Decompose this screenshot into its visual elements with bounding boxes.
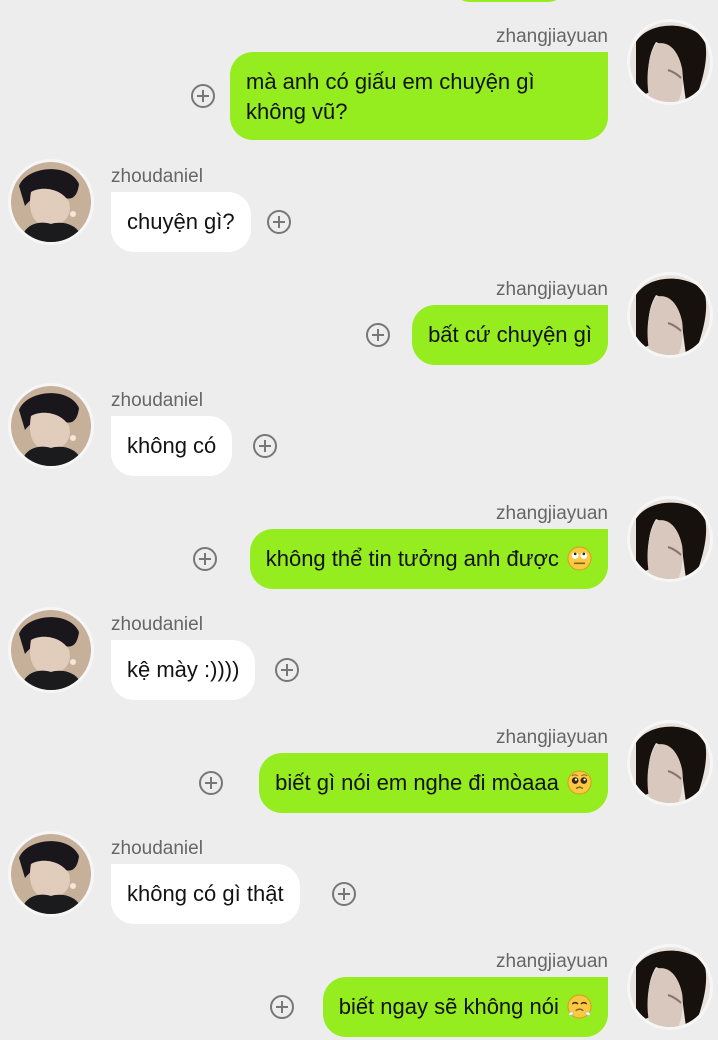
chat-message-incoming: zhoudaniel kệ mày :)))) (0, 610, 718, 700)
chat-bubble-incoming[interactable]: không có (111, 416, 233, 476)
username-label: zhangjiayuan (496, 727, 608, 748)
message-text: không có gì thật (127, 881, 284, 906)
chat-bubble-outgoing[interactable]: không thể tin tưởng anh được (249, 529, 608, 589)
avatar-zhoudaniel[interactable] (11, 386, 91, 466)
avatar-zhoudaniel[interactable] (11, 610, 91, 690)
plus-circle-icon[interactable] (191, 84, 215, 108)
chat-message-outgoing: zhangjiayuan không thể tin tưởng anh đượ… (0, 499, 718, 589)
plus-circle-icon[interactable] (275, 658, 299, 682)
username-label: zhangjiayuan (496, 951, 608, 972)
username-label: zhangjiayuan (496, 26, 608, 47)
username-label: zhangjiayuan (496, 503, 608, 524)
chat-message-incoming: zhoudaniel không có (0, 386, 718, 476)
plus-circle-icon[interactable] (366, 323, 390, 347)
message-text: không thể tin tưởng anh được (265, 546, 559, 571)
chat-bubble-incoming[interactable]: chuyện gì? (111, 192, 251, 252)
message-text: biết ngay sẽ không nói (338, 994, 559, 1019)
avatar-zhangjiayuan[interactable] (630, 22, 710, 102)
chat-bubble-outgoing[interactable]: biết gì nói em nghe đi mòaaa (259, 753, 608, 813)
plus-circle-icon[interactable] (267, 210, 291, 234)
chat-bubble-outgoing[interactable]: biết ngay sẽ không nói (322, 977, 608, 1037)
chat-message-outgoing: zhangjiayuan biết gì nói em nghe đi mòaa… (0, 723, 718, 813)
chat-message-outgoing: zhangjiayuan mà anh có giấu em chuyện gì… (0, 22, 718, 142)
chat-bubble-incoming[interactable]: kệ mày :)))) (111, 640, 256, 700)
chat-bubble-outgoing[interactable]: bất cứ chuyện gì (412, 305, 608, 365)
message-text: mà anh có giấu em chuyện gì không vũ? (246, 69, 535, 124)
username-label: zhoudaniel (111, 614, 203, 635)
pleading-emoji (567, 770, 592, 795)
message-text: chuyện gì? (127, 209, 235, 234)
username-label: zhangjiayuan (496, 279, 608, 300)
eye-roll-emoji (567, 546, 592, 571)
message-text: bất cứ chuyện gì (428, 322, 592, 347)
avatar-zhoudaniel[interactable] (11, 162, 91, 242)
avatar-zhangjiayuan[interactable] (630, 723, 710, 803)
plus-circle-icon[interactable] (193, 547, 217, 571)
huffing-emoji (567, 994, 592, 1019)
avatar-zhangjiayuan[interactable] (630, 275, 710, 355)
message-text: không có (127, 433, 217, 458)
chat-message-outgoing: zhangjiayuan bất cứ chuyện gì (0, 275, 718, 365)
message-text: biết gì nói em nghe đi mòaaa (275, 770, 559, 795)
message-text: kệ mày :)))) (127, 657, 240, 682)
username-label: zhoudaniel (111, 838, 203, 859)
chat-message-incoming: zhoudaniel không có gì thật (0, 834, 718, 924)
partial-previous-bubble (455, 0, 563, 2)
avatar-zhangjiayuan[interactable] (630, 499, 710, 579)
plus-circle-icon[interactable] (332, 882, 356, 906)
plus-circle-icon[interactable] (253, 434, 277, 458)
plus-circle-icon[interactable] (199, 771, 223, 795)
username-label: zhoudaniel (111, 390, 203, 411)
chat-bubble-outgoing[interactable]: mà anh có giấu em chuyện gì không vũ? (230, 52, 608, 140)
avatar-zhoudaniel[interactable] (11, 834, 91, 914)
plus-circle-icon[interactable] (270, 995, 294, 1019)
chat-bubble-incoming[interactable]: không có gì thật (111, 864, 300, 924)
avatar-zhangjiayuan[interactable] (630, 947, 710, 1027)
username-label: zhoudaniel (111, 166, 203, 187)
chat-message-outgoing: zhangjiayuan biết ngay sẽ không nói (0, 947, 718, 1037)
chat-message-incoming: zhoudaniel chuyện gì? (0, 162, 718, 252)
